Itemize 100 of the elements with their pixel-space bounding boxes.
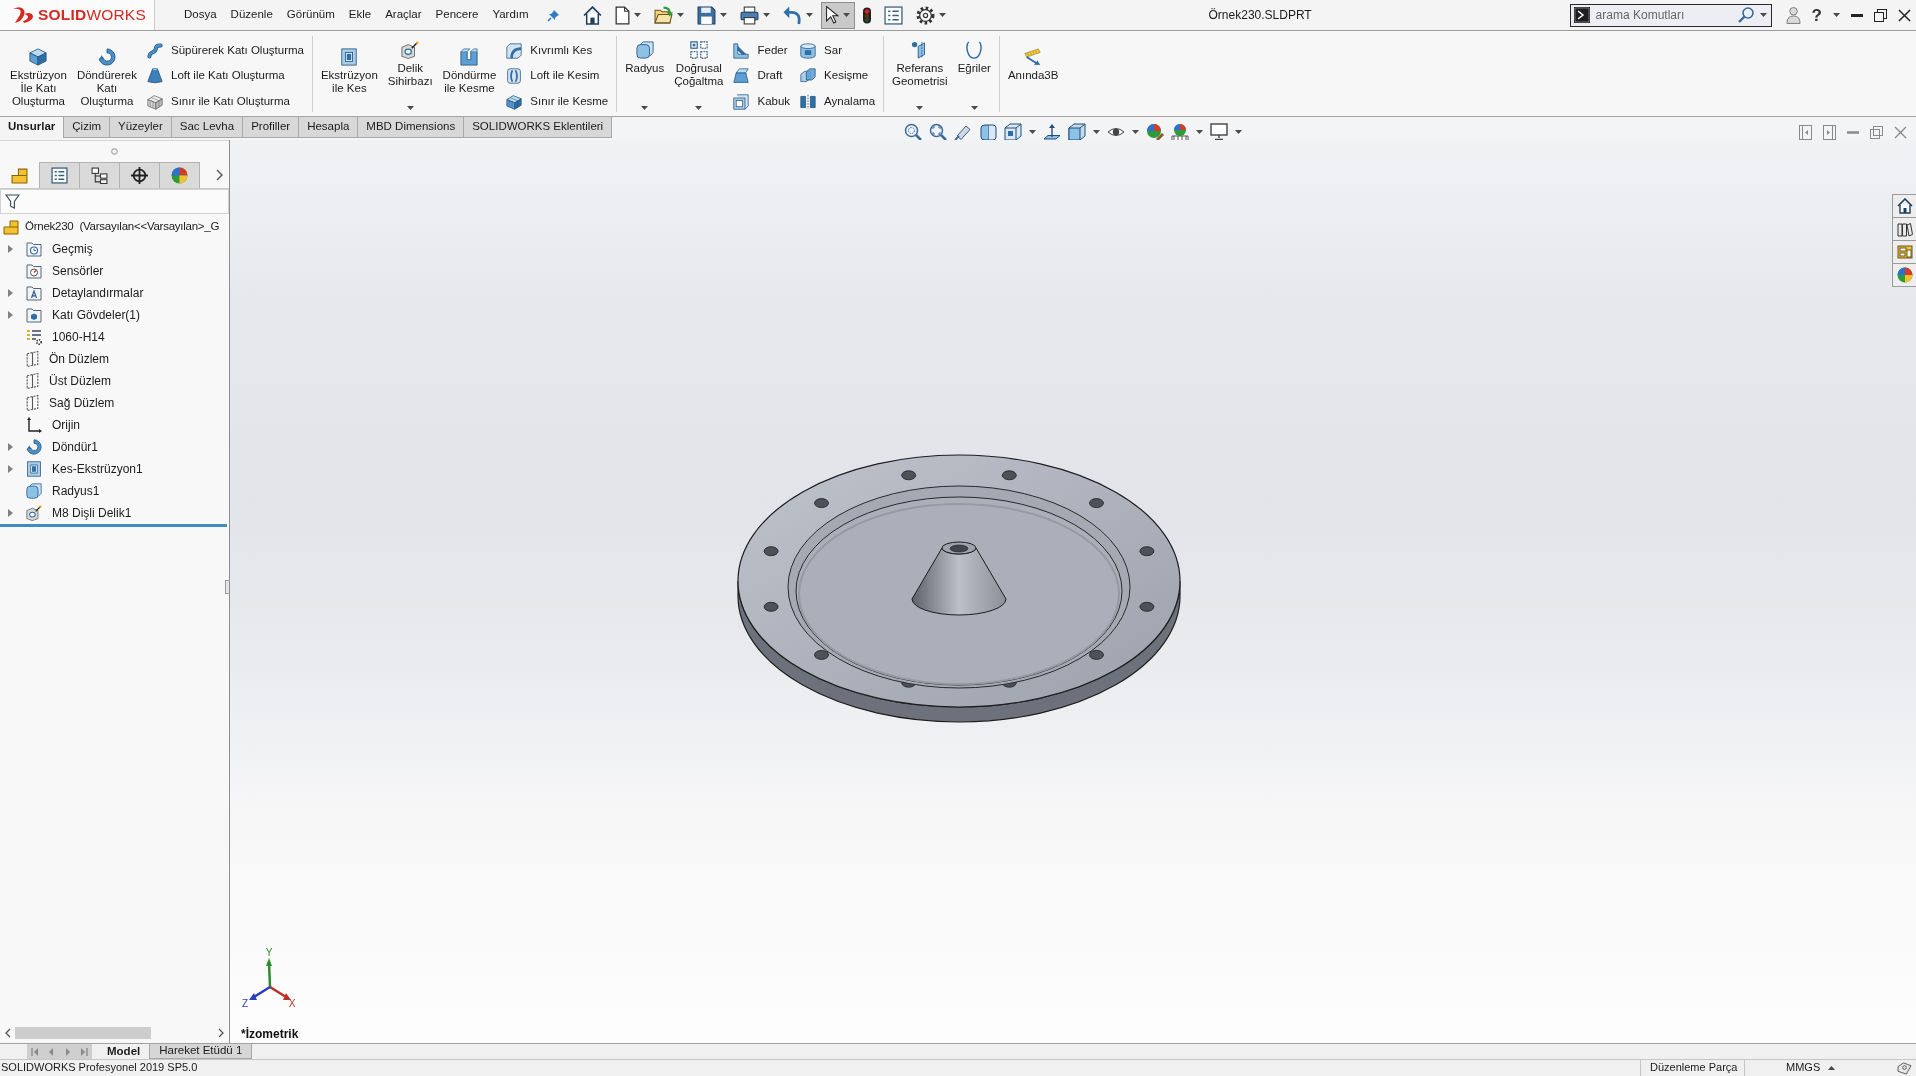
tree-item[interactable]: M8 Dişli Delik1 bbox=[52, 505, 132, 521]
ribbon-tab[interactable]: Profiller bbox=[242, 117, 300, 138]
ribbon-button[interactable]: Kabuk bbox=[731, 88, 793, 115]
search-box[interactable]: arama Komutları bbox=[1569, 3, 1772, 27]
scroll-right-icon[interactable] bbox=[218, 1028, 224, 1038]
tree-item[interactable]: Sensörler bbox=[52, 263, 104, 279]
split-cylinder-icon[interactable] bbox=[979, 123, 998, 141]
tree-item[interactable]: Döndür1 bbox=[52, 439, 99, 455]
caret-icon[interactable] bbox=[1132, 130, 1140, 134]
caret-icon[interactable] bbox=[1093, 130, 1101, 134]
scrollbar-thumb[interactable] bbox=[15, 1027, 151, 1039]
scroll-left-icon[interactable] bbox=[5, 1028, 11, 1038]
caret-icon[interactable] bbox=[1759, 13, 1767, 17]
ribbon-button[interactable]: Draft bbox=[731, 63, 793, 89]
tree-item[interactable]: Katı Gövdeler(1) bbox=[52, 307, 141, 323]
tree-item[interactable]: Detaylandırmalar bbox=[52, 285, 144, 301]
search-field[interactable]: arama Komutları bbox=[1595, 7, 1732, 23]
caret-icon[interactable] bbox=[938, 13, 946, 17]
pencil-icon[interactable] bbox=[954, 123, 973, 141]
ribbon-button[interactable]: Döndürerek Katı Oluşturma bbox=[74, 31, 139, 116]
tree-item[interactable]: Orijin bbox=[52, 417, 80, 433]
caret-icon[interactable] bbox=[1235, 130, 1243, 134]
color-ball-pencil-icon[interactable] bbox=[1146, 123, 1165, 141]
task-pane-tab[interactable] bbox=[1892, 217, 1916, 241]
cube-view-icon[interactable] bbox=[1004, 123, 1023, 141]
caret-icon[interactable] bbox=[762, 13, 770, 17]
tree-item[interactable]: Örnek230 (Varsayılan<<Varsayılan>_G bbox=[25, 220, 220, 234]
ribbon-button[interactable]: Döndürme ile Kesme bbox=[440, 31, 499, 116]
splitter-handle[interactable] bbox=[225, 580, 229, 594]
pin-icon[interactable] bbox=[546, 8, 560, 22]
ribbon-tab[interactable]: Hesapla bbox=[298, 117, 359, 138]
caret-icon[interactable] bbox=[1196, 130, 1204, 134]
monitor-icon[interactable] bbox=[1210, 123, 1229, 141]
ribbon-button[interactable]: Feder bbox=[731, 37, 793, 64]
axis-plane-icon[interactable] bbox=[1043, 123, 1062, 141]
menu-item[interactable]: Dosya bbox=[184, 8, 217, 22]
chevron-right-icon[interactable] bbox=[216, 169, 223, 181]
dock-left-icon[interactable] bbox=[1799, 125, 1812, 140]
caret-icon[interactable] bbox=[719, 13, 727, 17]
bottom-tab[interactable]: Hareket Etüdü 1 bbox=[149, 1044, 253, 1059]
ribbon-button[interactable]: Eğriler bbox=[955, 31, 993, 116]
panel-tab[interactable] bbox=[39, 162, 80, 188]
task-pane-tab[interactable] bbox=[1892, 240, 1916, 264]
minimize-icon[interactable] bbox=[1851, 13, 1863, 17]
tree-item[interactable]: Geçmiş bbox=[52, 241, 93, 257]
ribbon-tab[interactable]: Çizim bbox=[63, 117, 111, 138]
expand-arrow-icon[interactable] bbox=[8, 289, 13, 297]
ribbon-button[interactable]: Loft ile Katı Oluşturma bbox=[145, 63, 306, 89]
menu-item[interactable]: Araçlar bbox=[385, 8, 422, 22]
menu-item[interactable]: Pencere bbox=[435, 8, 479, 22]
ribbon-button[interactable]: Loft ile Kesim bbox=[504, 63, 611, 89]
tree-item[interactable]: Kes-Ekstrüzyon1 bbox=[52, 461, 143, 477]
caret-icon[interactable] bbox=[1029, 130, 1037, 134]
expand-arrow-icon[interactable] bbox=[8, 509, 13, 517]
caret-up-icon[interactable] bbox=[1828, 1066, 1836, 1070]
user-icon[interactable] bbox=[1785, 6, 1801, 24]
ribbon-button[interactable]: Sınır ile Katı Oluşturma bbox=[145, 88, 306, 115]
ribbon-button[interactable]: Ekstrüzyon ile Kes bbox=[318, 31, 380, 116]
ribbon-tab[interactable]: MBD Dimensions bbox=[357, 117, 465, 138]
tree-item[interactable]: Radyus1 bbox=[52, 483, 100, 499]
menu-item[interactable]: Ekle bbox=[348, 8, 372, 22]
menu-item[interactable]: Yardım bbox=[492, 8, 529, 22]
expand-arrow-icon[interactable] bbox=[8, 245, 13, 253]
caret-icon[interactable] bbox=[916, 106, 924, 110]
tree-item[interactable]: 1060-H14 bbox=[52, 329, 105, 345]
caret-icon[interactable] bbox=[641, 106, 649, 110]
ribbon-button[interactable]: Süpürerek Katı Oluşturma bbox=[145, 37, 306, 64]
caret-icon[interactable] bbox=[695, 106, 703, 110]
ribbon-button[interactable]: Ekstrüzyon İle Katı Oluşturma bbox=[8, 31, 69, 116]
caret-icon[interactable] bbox=[970, 106, 978, 110]
ribbon-tab[interactable]: SOLIDWORKS Eklentileri bbox=[463, 117, 613, 138]
tag-icon[interactable] bbox=[1897, 1061, 1912, 1075]
ribbon-button[interactable]: Radyus bbox=[623, 31, 667, 116]
caret-icon[interactable] bbox=[842, 13, 850, 17]
ribbon-button[interactable]: Delik Sihirbazı bbox=[385, 31, 435, 116]
filter-field[interactable] bbox=[0, 189, 229, 214]
close-icon[interactable] bbox=[1898, 8, 1911, 22]
expand-arrow-icon[interactable] bbox=[8, 311, 13, 319]
caret-icon[interactable] bbox=[805, 13, 813, 17]
caret-icon[interactable] bbox=[406, 106, 414, 110]
ribbon-button[interactable]: Anında3B bbox=[1005, 31, 1061, 116]
ribbon-button[interactable]: Sınır ile Kesme bbox=[504, 88, 611, 115]
menu-item[interactable]: Düzenle bbox=[230, 8, 273, 22]
help-button[interactable]: ? bbox=[1811, 6, 1822, 24]
ribbon-button[interactable]: Doğrusal Çoğaltma bbox=[672, 31, 726, 116]
restore-icon[interactable] bbox=[1874, 8, 1887, 22]
tree-item[interactable]: Üst Düzlem bbox=[49, 373, 111, 389]
expand-arrow-icon[interactable] bbox=[8, 443, 13, 451]
dock-right-icon[interactable] bbox=[1823, 125, 1836, 140]
ribbon-button[interactable]: Aynalama bbox=[798, 88, 878, 115]
shaded-box-icon[interactable] bbox=[1068, 123, 1087, 141]
ribbon-button[interactable]: Referans Geometrisi bbox=[890, 31, 950, 116]
caret-icon[interactable] bbox=[633, 13, 641, 17]
panel-tab[interactable] bbox=[79, 162, 120, 188]
tree-item[interactable]: Ön Düzlem bbox=[49, 351, 110, 367]
caret-icon[interactable] bbox=[676, 13, 684, 17]
expand-arrow-icon[interactable] bbox=[8, 465, 13, 473]
units-button[interactable]: MMGS bbox=[1745, 1060, 1855, 1076]
ribbon-tab[interactable]: Sac Levha bbox=[170, 117, 244, 138]
task-pane-tab[interactable] bbox=[1892, 194, 1916, 218]
